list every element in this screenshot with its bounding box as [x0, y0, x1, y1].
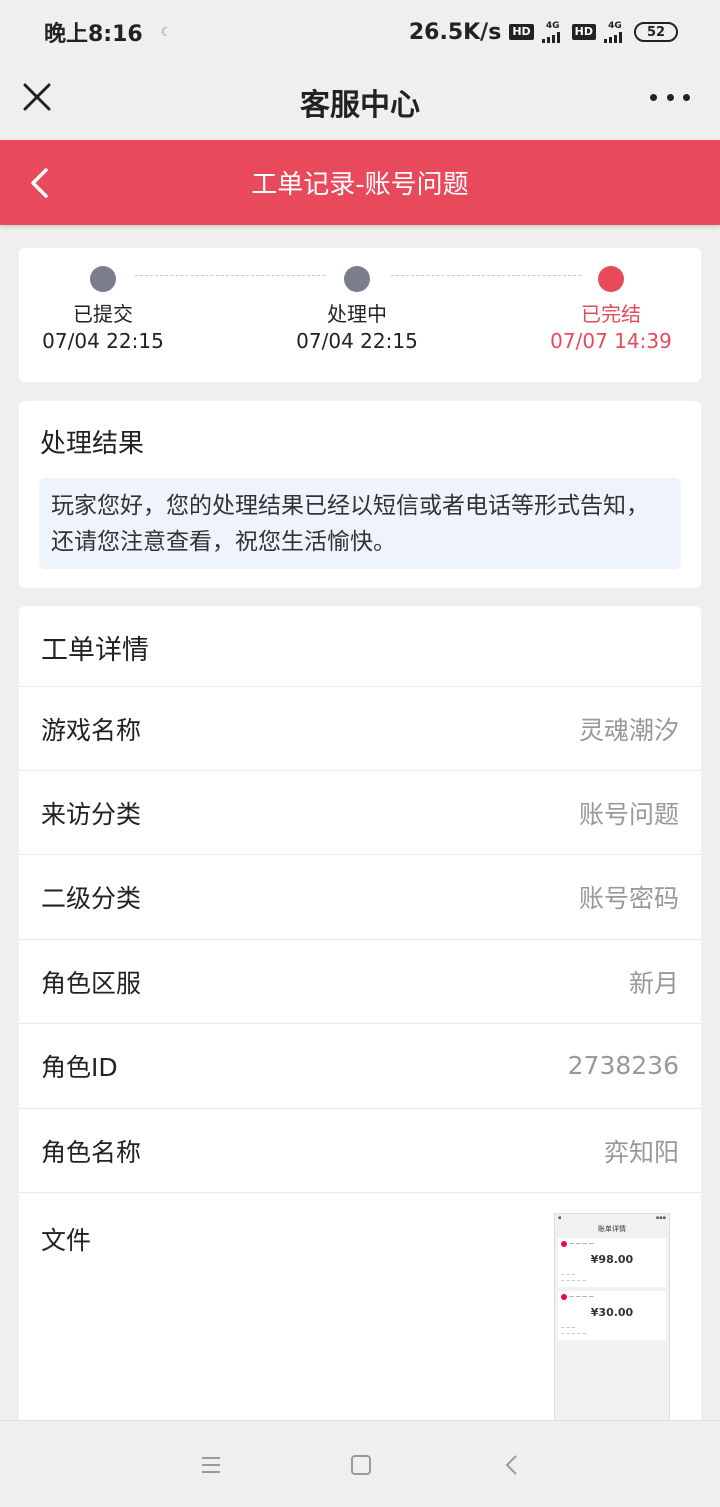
detail-row-role-name: 角色名称 弈知阳	[19, 1108, 701, 1192]
close-button[interactable]	[22, 82, 52, 112]
row-label: 文件	[41, 1226, 92, 1255]
back-triangle-icon	[505, 1455, 517, 1475]
title-bar: 客服中心	[0, 64, 720, 140]
signal-icon: 4G	[541, 21, 564, 43]
step-dot	[90, 266, 116, 292]
more-button[interactable]	[650, 84, 690, 110]
progress-card: 已提交 07/04 22:15 处理中 07/04 22:15 已完结 07/0…	[19, 248, 701, 382]
page-title: 客服中心	[300, 88, 420, 123]
result-text: 玩家您好，您的处理结果已经以短信或者电话等形式告知，还请您注意查看，祝您生活愉快…	[39, 478, 681, 569]
battery-icon: 52	[634, 22, 678, 42]
hd-badge: HD	[571, 24, 596, 40]
row-value: 新月	[628, 968, 679, 998]
chevron-left-icon	[31, 168, 48, 198]
thumb-meta: — — — — — — — —	[561, 1272, 587, 1283]
close-icon	[23, 83, 51, 111]
home-square-icon	[351, 1455, 371, 1475]
status-right: 26.5K/s HD 4G HD 4G 52	[409, 20, 678, 45]
detail-row-server: 角色区服 新月	[19, 939, 701, 1023]
signal-icon: 4G	[604, 21, 626, 43]
status-left: 晚上8:16 ☾	[44, 16, 172, 48]
more-dot	[650, 93, 657, 101]
detail-row-game: 游戏名称 灵魂潮汐	[19, 686, 701, 770]
header-title: 工单记录-账号问题	[251, 170, 469, 200]
step-dot	[344, 266, 370, 292]
step-label: 已完结	[581, 302, 641, 326]
step-dot	[598, 266, 624, 292]
file-thumbnail[interactable]: ▪ ▪▪▪ 账单详情 — — — — ¥98.00 — — — — — — — — …	[554, 1213, 670, 1428]
row-value: 账号问题	[578, 799, 679, 829]
step-time: 07/04 22:15	[42, 329, 164, 353]
row-value: 弈知阳	[603, 1137, 679, 1167]
row-label: 游戏名称	[41, 715, 142, 745]
row-value: 账号密码	[578, 883, 679, 913]
row-label: 角色ID	[41, 1052, 118, 1082]
thumb-merchant: — — — —	[561, 1294, 663, 1300]
thumb-title: 账单详情	[598, 1225, 626, 1233]
more-dot	[683, 93, 690, 101]
detail-row-subcategory: 二级分类 账号密码	[19, 854, 701, 938]
home-button[interactable]	[349, 1453, 373, 1477]
back-button[interactable]	[26, 166, 56, 200]
detail-card: 工单详情 游戏名称 灵魂潮汐 来访分类 账号问题 二级分类 账号密码 角色区服 …	[19, 606, 701, 1436]
red-header: 工单记录-账号问题	[0, 140, 720, 225]
detail-row-file: 文件 ▪ ▪▪▪ 账单详情 — — — — ¥98.00 — — — — — — —…	[19, 1192, 701, 1442]
row-value: 2738236	[567, 1051, 679, 1080]
detail-title: 工单详情	[41, 635, 149, 666]
hd-badge: HD	[509, 24, 534, 40]
step-time: 07/07 14:39	[550, 329, 672, 353]
row-value: 灵魂潮汐	[578, 715, 679, 745]
step-time: 07/04 22:15	[296, 329, 418, 353]
status-time: 晚上8:16	[44, 22, 143, 47]
menu-icon	[202, 1457, 220, 1473]
row-label: 角色区服	[41, 968, 142, 998]
more-dot	[666, 93, 674, 101]
step-label: 处理中	[327, 302, 387, 326]
step-label: 已提交	[73, 302, 133, 326]
thumb-merchant: — — — —	[561, 1241, 663, 1247]
detail-row-role-id: 角色ID 2738236	[19, 1023, 701, 1107]
merchant-logo-icon	[561, 1241, 567, 1247]
network-speed: 26.5K/s	[408, 19, 502, 45]
thumb-meta: — — — — — — — —	[561, 1325, 587, 1336]
step-completed: 已完结 07/07 14:39	[521, 266, 701, 353]
merchant-logo-icon	[561, 1294, 567, 1300]
step-submitted: 已提交 07/04 22:15	[13, 266, 193, 353]
thumb-bill: — — — — ¥98.00 — — — — — — — —	[558, 1238, 666, 1287]
thumb-bill: — — — — ¥30.00 — — — — — — — —	[558, 1291, 666, 1340]
moon-icon: ☾	[160, 25, 172, 39]
status-bar: 晚上8:16 ☾ 26.5K/s HD 4G HD 4G 52	[0, 0, 720, 64]
system-nav-bar	[0, 1420, 720, 1507]
thumb-amount: ¥98.00	[590, 1253, 634, 1266]
row-label: 角色名称	[41, 1137, 142, 1167]
thumb-status: ▪ ▪▪▪	[558, 1215, 666, 1221]
menu-button[interactable]	[199, 1453, 223, 1477]
system-back-button[interactable]	[500, 1453, 524, 1477]
step-processing: 处理中 07/04 22:15	[267, 266, 447, 353]
result-card: 处理结果 玩家您好，您的处理结果已经以短信或者电话等形式告知，还请您注意查看，祝…	[19, 401, 701, 588]
thumb-amount: ¥30.00	[590, 1306, 634, 1319]
result-title: 处理结果	[40, 429, 145, 459]
row-label: 二级分类	[41, 883, 142, 913]
detail-row-category: 来访分类 账号问题	[19, 770, 701, 854]
row-label: 来访分类	[41, 799, 142, 829]
